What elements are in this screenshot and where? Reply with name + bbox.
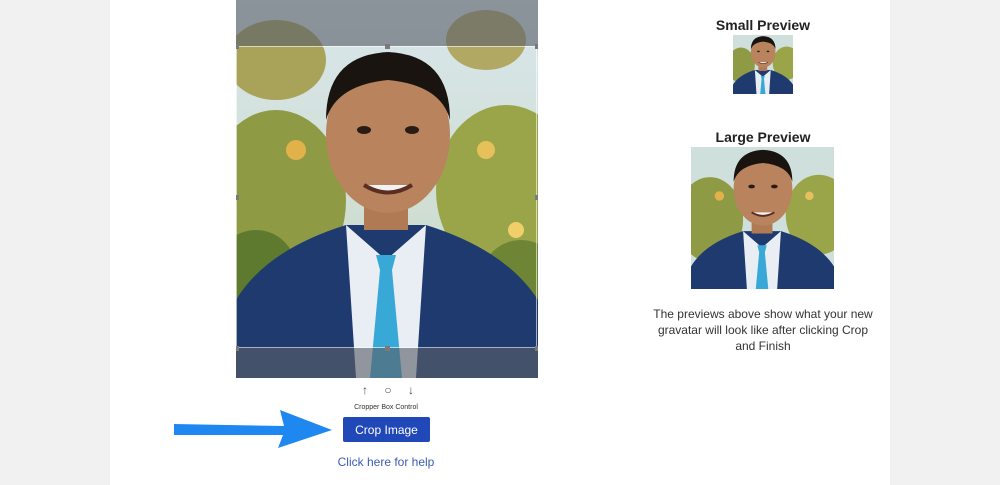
crop-handle-bottom-right[interactable] xyxy=(535,346,538,351)
cropper-area[interactable] xyxy=(236,0,538,378)
crop-handle-top-left[interactable] xyxy=(236,44,239,49)
small-preview-image xyxy=(733,35,793,94)
large-preview-image xyxy=(691,147,834,289)
crop-handle-bottom-left[interactable] xyxy=(236,346,239,351)
reset-circle-icon[interactable]: ○ xyxy=(381,383,395,397)
cropper-box-controls: ↑ ○ ↓ xyxy=(358,382,418,398)
crop-handle-top-right[interactable] xyxy=(535,44,538,49)
crop-selection-box[interactable] xyxy=(236,46,537,348)
crop-handle-right[interactable] xyxy=(535,195,538,200)
crop-shade-top xyxy=(236,0,538,46)
move-down-icon[interactable]: ↓ xyxy=(404,383,418,397)
arrow-right-icon xyxy=(174,410,332,448)
large-preview-title: Large Preview xyxy=(715,129,811,145)
crop-image-button[interactable]: Crop Image xyxy=(343,417,430,442)
crop-shade-bottom xyxy=(236,348,538,378)
crop-handle-bottom[interactable] xyxy=(385,346,390,351)
preview-note: The previews above show what your new gr… xyxy=(653,307,873,353)
cropper-box-caption: Cropper Box Control xyxy=(354,404,418,411)
move-up-icon[interactable]: ↑ xyxy=(358,383,372,397)
help-link[interactable]: Click here for help xyxy=(316,455,456,469)
crop-handle-top[interactable] xyxy=(385,44,390,49)
small-preview-title: Small Preview xyxy=(715,17,811,33)
crop-handle-left[interactable] xyxy=(236,195,239,200)
